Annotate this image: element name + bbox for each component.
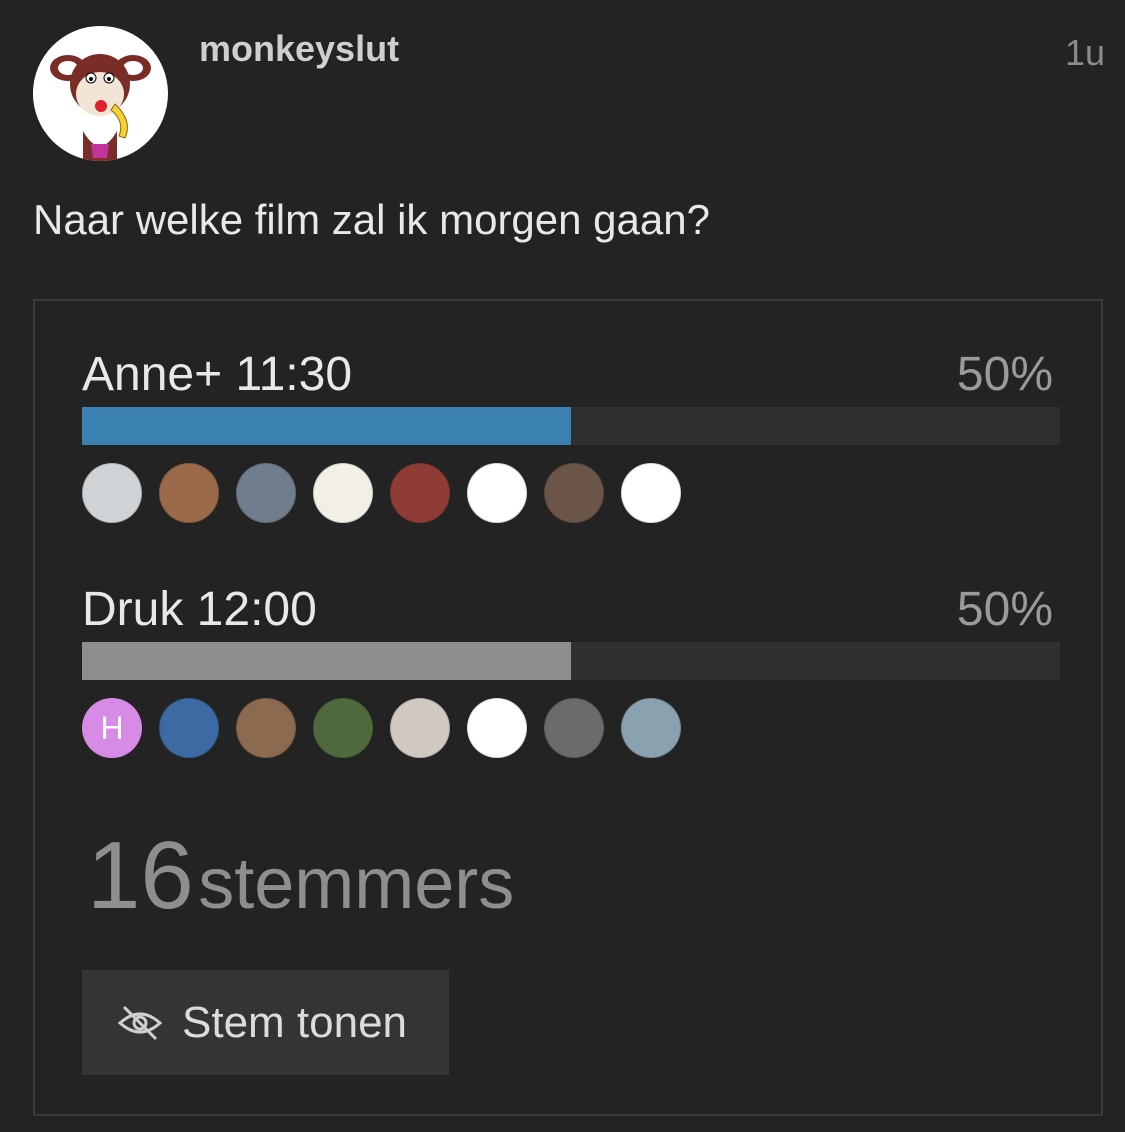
voter-avatar-pretzel-logo[interactable] <box>621 463 681 523</box>
voter-count: 16 stemmers <box>87 821 514 931</box>
show-vote-button[interactable]: Stem tonen <box>82 970 449 1075</box>
poll-option-bar-fill-1 <box>82 407 571 445</box>
show-vote-button-label: Stem tonen <box>182 997 408 1047</box>
poll-option-bar-2 <box>82 642 1060 680</box>
voter-avatar-cookie[interactable] <box>467 463 527 523</box>
voter-avatar-woman-blonde[interactable] <box>159 463 219 523</box>
voter-avatar-woman-bw[interactable] <box>544 698 604 758</box>
post-username[interactable]: monkeyslut <box>199 28 399 70</box>
voter-avatar-man-suit[interactable] <box>236 463 296 523</box>
voter-avatar-rooster[interactable] <box>390 463 450 523</box>
poll-option-percent-1: 50% <box>956 348 1053 401</box>
voter-avatar-woman-phone[interactable] <box>236 698 296 758</box>
poll-option-label-1: Anne+ 11:30 <box>82 348 353 401</box>
eye-slash-icon <box>117 1005 163 1040</box>
voter-avatar-initial-h[interactable]: H <box>82 698 142 758</box>
voter-initial: H <box>100 709 124 746</box>
poll-option-bar-fill-2 <box>82 642 571 680</box>
poll-option-voters-1 <box>82 463 681 523</box>
post-question: Naar welke film zal ik morgen gaan? <box>33 196 710 243</box>
voter-count-number: 16 <box>87 822 194 929</box>
voter-avatar-tattoo-man[interactable] <box>621 698 681 758</box>
poll-option-percent-2: 50% <box>956 583 1053 636</box>
voter-avatar-two-women[interactable] <box>544 463 604 523</box>
poll-container: Anne+ 11:30 50% Druk 12:00 50% H 16 stem… <box>33 299 1103 1116</box>
voter-avatar-white-dog[interactable] <box>390 698 450 758</box>
poll-option-bar-1 <box>82 407 1060 445</box>
post-timestamp: 1u <box>1064 32 1105 73</box>
voter-avatar-california-flag[interactable] <box>313 463 373 523</box>
voter-avatar-zebras[interactable] <box>313 698 373 758</box>
voter-avatar-polar-bear[interactable] <box>82 463 142 523</box>
poll-option-label-2: Druk 12:00 <box>82 583 317 636</box>
post-author-avatar[interactable] <box>33 26 168 161</box>
voter-avatar-sun-sky[interactable] <box>159 698 219 758</box>
voter-count-label: stemmers <box>198 844 515 924</box>
voter-avatar-penguin-meme[interactable] <box>467 698 527 758</box>
poll-option-voters-2: H <box>82 698 681 758</box>
monkey-banana-icon <box>33 26 167 161</box>
